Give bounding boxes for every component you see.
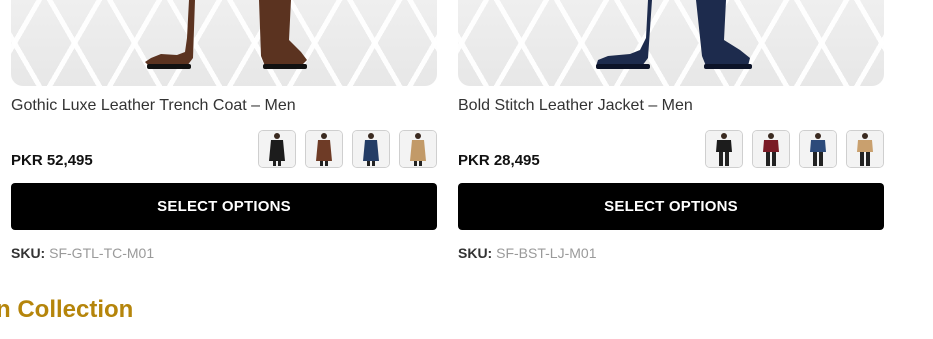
- swatch-black-coat[interactable]: [258, 130, 296, 168]
- boots-illustration: [145, 0, 307, 69]
- sku-label: SKU:: [458, 245, 493, 261]
- product-sku: SKU: SF-GTL-TC-M01: [11, 245, 154, 261]
- product-image[interactable]: [458, 0, 884, 86]
- color-swatches: [705, 130, 884, 168]
- sku-value: SF-GTL-TC-M01: [49, 245, 155, 261]
- color-swatches: [258, 130, 437, 168]
- product-image[interactable]: [11, 0, 437, 86]
- sku-value: SF-BST-LJ-M01: [496, 245, 597, 261]
- section-heading: n Collection: [0, 296, 134, 323]
- boots-illustration: [596, 0, 752, 69]
- select-options-button[interactable]: SELECT OPTIONS: [11, 183, 437, 230]
- product-price: PKR 52,495: [11, 152, 93, 169]
- select-options-button[interactable]: SELECT OPTIONS: [458, 183, 884, 230]
- swatch-tan-coat[interactable]: [399, 130, 437, 168]
- product-title[interactable]: Bold Stitch Leather Jacket – Men: [458, 97, 693, 115]
- sku-label: SKU:: [11, 245, 46, 261]
- swatch-tan-jacket[interactable]: [846, 130, 884, 168]
- swatch-navy-jacket[interactable]: [799, 130, 837, 168]
- product-card: Gothic Luxe Leather Trench Coat – Men PK…: [11, 0, 437, 261]
- swatch-brown-coat[interactable]: [305, 130, 343, 168]
- swatch-black-jacket[interactable]: [705, 130, 743, 168]
- product-card: Bold Stitch Leather Jacket – Men PKR 28,…: [458, 0, 884, 261]
- product-title[interactable]: Gothic Luxe Leather Trench Coat – Men: [11, 97, 296, 115]
- swatch-navy-coat[interactable]: [352, 130, 390, 168]
- swatch-maroon-jacket[interactable]: [752, 130, 790, 168]
- product-price: PKR 28,495: [458, 152, 540, 169]
- product-sku: SKU: SF-BST-LJ-M01: [458, 245, 596, 261]
